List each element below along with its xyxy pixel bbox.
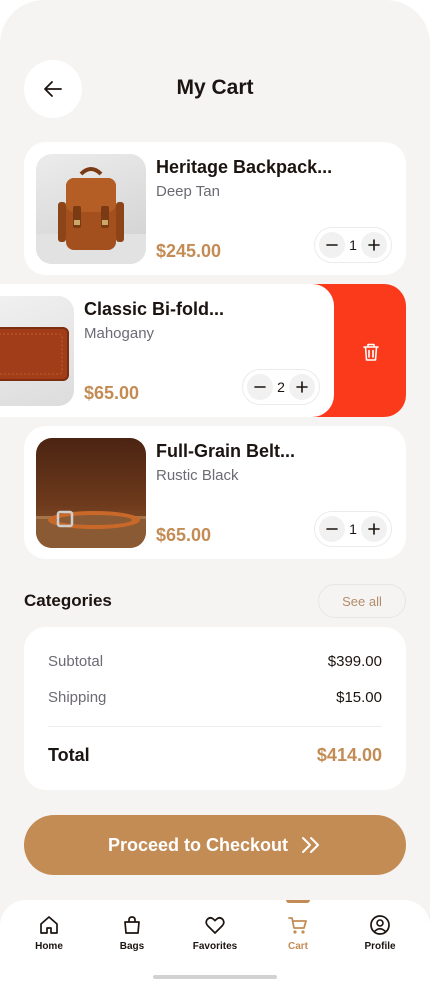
product-name: Full-Grain Belt... [156,441,296,461]
leather-belt-image [36,510,146,548]
heart-icon [205,916,225,934]
cart-item[interactable]: Full-Grain Belt... Rustic Black $65.00 1 [24,426,406,559]
quantity-stepper: 1 [314,511,392,547]
nav-label: Cart [287,941,308,952]
total-label: Total [48,745,90,765]
increase-button[interactable] [360,516,387,542]
trash-icon [363,343,379,361]
nav-profile[interactable]: Profile [345,914,415,952]
see-all-button[interactable]: See all [318,584,406,618]
product-variant: Rustic Black [156,467,239,484]
product-price: $65.00 [84,383,140,403]
nav-label: Profile [364,941,396,952]
product-price: $65.00 [156,525,212,545]
subtotal-label: Subtotal [48,653,104,670]
product-variant: Deep Tan [156,183,220,200]
decrease-button[interactable] [319,232,345,258]
product-image [36,154,146,264]
order-summary: Subtotal $399.00 Shipping $15.00 Total $… [24,627,406,790]
double-chevron-right-icon [302,837,320,853]
quantity-stepper: 2 [242,369,320,405]
checkout-button[interactable]: Proceed to Checkout [24,815,406,875]
minus-icon [254,386,266,388]
nav-home[interactable]: Home [14,914,84,952]
decrease-button[interactable] [247,374,273,400]
user-icon [370,915,390,935]
increase-button[interactable] [288,374,315,400]
nav-label: Bags [119,941,145,952]
plus-icon [368,239,380,251]
section-title: Categories [24,591,112,610]
delete-button[interactable] [358,339,384,365]
product-image [36,438,146,548]
nav-favorites[interactable]: Favorites [180,914,250,952]
nav-bags[interactable]: Bags [97,914,167,952]
leather-wallet-image [0,327,69,381]
subtotal-value: $399.00 [327,653,382,670]
home-indicator [153,975,277,979]
checkout-label: Proceed to Checkout [107,834,289,855]
nav-label: Home [35,941,63,952]
product-name: Classic Bi-fold... [84,299,225,319]
cart-item[interactable]: Classic Bi-fold... Mahogany $65.00 2 [0,284,334,417]
increase-button[interactable] [360,232,387,258]
product-variant: Mahogany [84,325,155,342]
product-image [0,296,74,406]
bag-icon [124,916,140,934]
cart-item[interactable]: Heritage Backpack... Deep Tan $245.00 1 [24,142,406,275]
product-name: Heritage Backpack... [156,157,333,177]
quantity-value: 1 [349,237,357,253]
cart-icon [288,917,307,934]
decrease-button[interactable] [319,516,345,542]
leather-backpack-image [36,167,146,264]
product-price: $245.00 [156,241,222,261]
nav-label: Favorites [192,941,238,952]
plus-icon [368,523,380,535]
nav-cart[interactable]: Cart [263,900,333,952]
quantity-value: 1 [349,521,357,537]
quantity-value: 2 [277,379,285,395]
minus-icon [326,528,338,530]
total-value: $414.00 [316,745,382,765]
cart-screen: My Cart Heritage Backpack... Deep Tan $2… [0,0,430,989]
active-indicator [286,900,310,903]
plus-icon [296,381,308,393]
minus-icon [326,244,338,246]
home-icon [40,916,58,934]
summary-divider [48,726,382,727]
page-title: My Cart [176,76,254,99]
quantity-stepper: 1 [314,227,392,263]
shipping-label: Shipping [48,689,107,706]
shipping-value: $15.00 [336,689,382,706]
